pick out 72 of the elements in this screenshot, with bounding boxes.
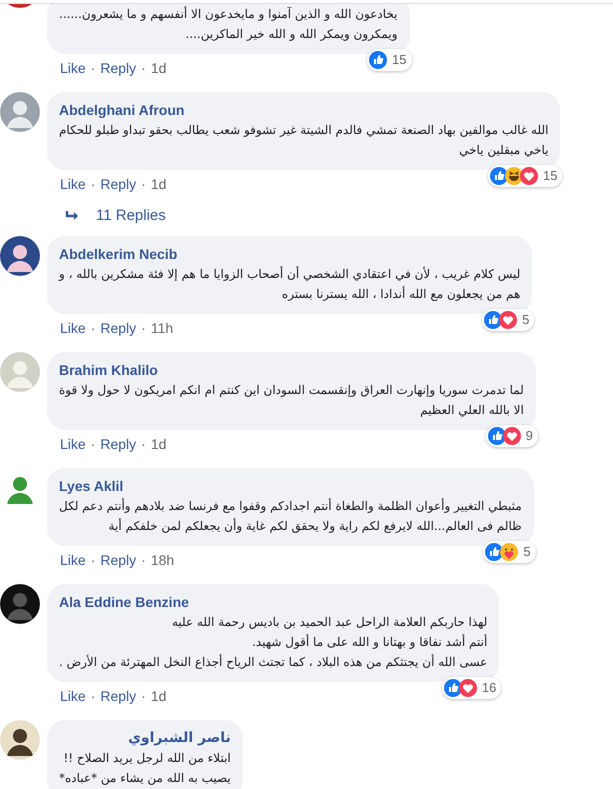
separator-dot: ·: [90, 686, 96, 706]
like-reaction-icon: [369, 51, 388, 69]
reply-arrow-icon: [65, 210, 79, 222]
timestamp: 11h: [150, 318, 174, 338]
comment-text: الله غالب موالفين بهاد الصنعة تمشي فالدم الشيتة غير تشوفو شعب يطالب بحقو تبداو طبلو للحكام: [59, 122, 548, 139]
comment-text: ابتلاء من الله لرجل يريد الصلاح !!: [62, 750, 231, 767]
reply-link[interactable]: Reply: [100, 434, 136, 454]
like-reaction-icon: [488, 427, 506, 445]
commenter-name[interactable]: Abdelghani Afroun: [59, 100, 548, 120]
reply-link[interactable]: Reply: [100, 58, 136, 78]
separator-dot: ·: [90, 174, 96, 194]
reply-link[interactable]: Reply: [100, 550, 136, 570]
reaction-count: 5: [483, 541, 536, 563]
timestamp: 1d: [150, 174, 166, 194]
commenter-name[interactable]: Abdelkerim Necib: [59, 244, 520, 264]
avatar[interactable]: [0, 584, 40, 624]
love-reaction-icon: [502, 427, 521, 445]
comment-text: لما تدمرت سوريا وإنهارت العراق وإنقسمت السودان اين كنتم ام انكم امريكون لا حول ولا قوة: [59, 382, 524, 399]
timestamp: 1d: [150, 686, 166, 706]
comment-text: ويمكرون ويمكر الله و الله خير الماكرين....: [184, 26, 398, 43]
comment-text: ياخي مبقلين ياخي: [458, 142, 548, 159]
timestamp: 18h: [150, 550, 174, 570]
love-reaction-icon: [520, 167, 538, 185]
comment-text: مثبطي التغيير وأعوان الظلمة والطغاة أنتم اجدادكم وقفوا مع فرنسا ضد بلادهم وأنتم دعم لكل: [59, 497, 522, 515]
commenter-name[interactable]: Brahim Khalilo: [59, 360, 524, 380]
like-link[interactable]: Like: [60, 58, 86, 78]
separator-dot: ·: [90, 550, 96, 570]
separator-dot: ·: [90, 318, 96, 338]
love-reaction-icon: [499, 311, 518, 329]
like-reaction-icon: [444, 679, 462, 697]
comment-text: هم من يجعلون مع الله أندادا ، الله يسترنا بستره: [280, 285, 520, 303]
commenter-name[interactable]: Lyes Aklil: [59, 476, 522, 496]
comment-text: يصيب به الله من يشاء من *عباده*: [59, 770, 231, 787]
comment-text: لهذا حاربكم العلامة الراحل عبد الحميد بن باديس رحمة الله عليه: [170, 614, 488, 631]
reaction-count: 15: [488, 165, 562, 187]
avatar[interactable]: [0, 236, 40, 276]
commenter-name[interactable]: ناصر الشبراوي: [59, 728, 231, 748]
commenter-name[interactable]: Ala Eddine Benzine: [59, 592, 488, 612]
haha-reaction-icon: [504, 167, 523, 185]
like-link[interactable]: Like: [60, 318, 86, 338]
reaction-count: 15: [367, 49, 412, 71]
comment-text: أنتم أشد نفاقا و بهتانا و الله على ما أقول شهيد.: [251, 633, 488, 651]
timestamp: 1d: [150, 58, 166, 78]
separator-dot: ·: [141, 550, 146, 570]
comment-text: ليس كلام غريب ، لأن في اعتقادي الشخصي أن أصحاب الزوايا ما هم إلا فئة مشكرين بالله ، و: [59, 265, 520, 283]
separator-dot: ·: [141, 686, 146, 706]
like-reaction-icon: [490, 167, 508, 185]
comment-text: يخادعون الله و الذين آمنوا و مايخدعون الا أنفسهم و ما يشعرون......: [59, 5, 398, 23]
love-reaction-icon: [458, 679, 477, 697]
separator-dot: ·: [90, 58, 96, 78]
care-reaction-icon: [500, 543, 518, 561]
like-link[interactable]: Like: [60, 550, 86, 570]
timestamp: 1d: [150, 434, 166, 454]
separator-dot: ·: [141, 434, 146, 454]
replies-link[interactable]: 11 Replies: [96, 207, 166, 225]
comment-text: عسى الله أن يجتثكم من هذه البلاد ، كما تجتث الرياح أجذاع النخل المهترئة من الأرض .: [59, 653, 488, 671]
separator-dot: ·: [141, 174, 146, 194]
like-link[interactable]: Like: [60, 434, 86, 454]
separator-dot: ·: [141, 58, 146, 78]
reaction-count: 9: [486, 425, 538, 447]
reaction-count: 5: [482, 309, 534, 331]
separator-dot: ·: [90, 434, 96, 454]
reply-link[interactable]: Reply: [100, 318, 136, 338]
like-link[interactable]: Like: [60, 174, 86, 194]
comment-text: ظالم فى العالم...الله لايرفع لكم راية ولا يحقق لكم غاية وأن يجعلكم لمن خلفكم أية: [108, 517, 522, 535]
reply-link[interactable]: Reply: [100, 686, 136, 706]
avatar[interactable]: [0, 720, 40, 760]
like-link[interactable]: Like: [60, 686, 86, 706]
separator-dot: ·: [141, 318, 146, 338]
comment-text: الا بالله العلي العظيم: [419, 402, 524, 419]
reply-link[interactable]: Reply: [100, 174, 136, 194]
reaction-count: 16: [442, 677, 502, 699]
